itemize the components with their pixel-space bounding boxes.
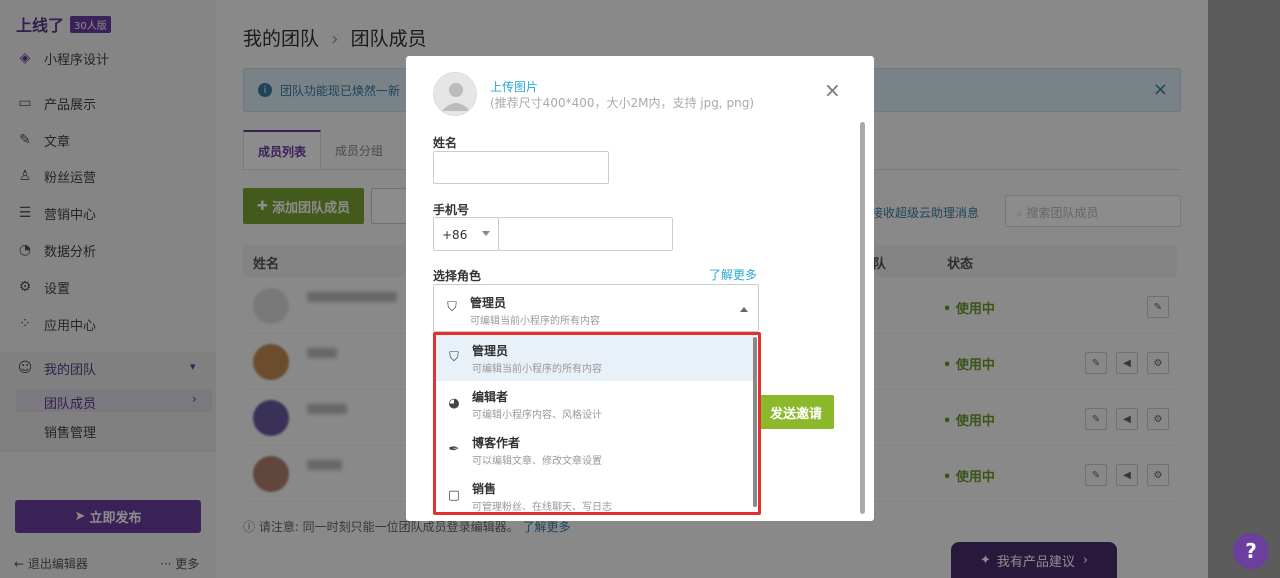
- avatar-placeholder-icon[interactable]: [433, 72, 477, 116]
- learn-more-link[interactable]: 了解更多: [709, 266, 757, 283]
- palette-icon: ◕: [448, 395, 460, 411]
- role-select[interactable]: ⛉ 管理员 可编辑当前小程序的所有内容: [433, 284, 759, 332]
- country-code-select[interactable]: +86: [433, 217, 499, 251]
- name-field[interactable]: [433, 151, 609, 184]
- send-invite-button[interactable]: 发送邀请: [758, 395, 834, 429]
- close-icon[interactable]: ×: [824, 78, 841, 102]
- name-label: 姓名: [433, 136, 458, 150]
- role-dropdown: ⛉ 管理员 可编辑当前小程序的所有内容 ◕ 编辑者 可编辑小程序内容、风格设计 …: [433, 332, 761, 515]
- shield-icon: ⛉: [449, 349, 459, 365]
- phone-field[interactable]: [498, 217, 673, 251]
- chevron-down-icon: [482, 231, 490, 236]
- shield-icon: ⛉: [447, 299, 457, 315]
- role-option-blogger[interactable]: ✒ 博客作者 可以编辑文章、修改文章设置: [436, 427, 754, 473]
- right-panel: [1208, 0, 1280, 578]
- role-option-editor[interactable]: ◕ 编辑者 可编辑小程序内容、风格设计: [436, 381, 754, 427]
- phone-label: 手机号: [433, 203, 470, 217]
- dropdown-scrollbar[interactable]: [753, 337, 757, 507]
- scrollbar[interactable]: [860, 122, 865, 514]
- role-label: 选择角色: [433, 269, 482, 283]
- role-option-sales[interactable]: ▢ 销售 可管理粉丝、在线聊天、写日志: [436, 473, 754, 512]
- chevron-up-icon: [740, 307, 748, 312]
- upload-hint: (推荐尺寸400*400，大小2M内，支持 jpg, png): [490, 96, 755, 110]
- quill-icon: ✒: [448, 441, 460, 457]
- upload-image-link[interactable]: 上传图片: [490, 78, 538, 95]
- role-option-admin[interactable]: ⛉ 管理员 可编辑当前小程序的所有内容: [436, 335, 754, 381]
- help-button[interactable]: ?: [1233, 533, 1269, 569]
- chat-icon: ▢: [447, 487, 461, 503]
